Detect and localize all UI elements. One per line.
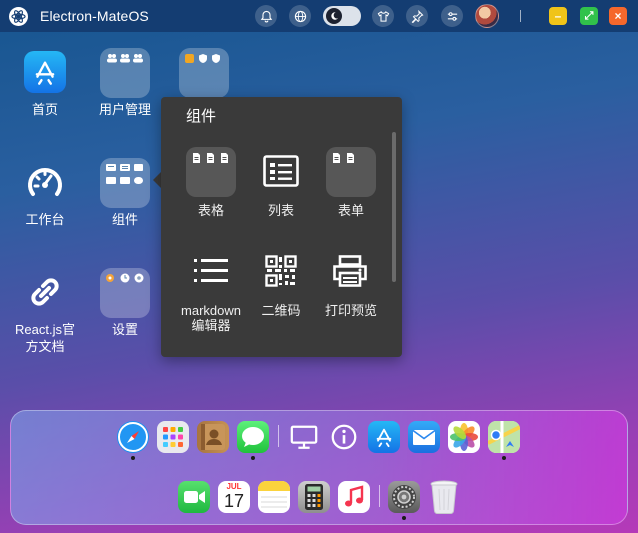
close-button[interactable]: ×	[609, 7, 627, 25]
calendar-month: JUL	[226, 482, 242, 491]
theme-toggle[interactable]	[323, 6, 361, 26]
folder-icon	[179, 48, 229, 98]
moon-icon	[326, 8, 342, 24]
app-logo-icon	[9, 7, 28, 26]
app-store-icon	[24, 51, 66, 93]
titlebar-divider	[520, 10, 521, 22]
list-lines-icon	[194, 257, 228, 285]
mail-icon[interactable]	[408, 421, 440, 453]
pin-icon[interactable]	[406, 5, 428, 27]
messages-icon[interactable]	[237, 421, 269, 453]
dock-separator	[379, 485, 380, 507]
desktop-item-label: 设置	[111, 322, 138, 337]
globe-icon[interactable]	[289, 5, 311, 27]
settings-icon[interactable]	[388, 481, 420, 513]
photos-icon[interactable]	[448, 421, 480, 453]
link-icon	[27, 274, 63, 310]
folder-icon	[100, 48, 150, 98]
components-popup: 组件 表格 列表 表单 markdown 编辑器 二维码 打印预览	[161, 97, 402, 357]
popup-item-label: 打印预览	[324, 303, 377, 318]
music-icon[interactable]	[338, 481, 370, 513]
folder-icon	[100, 158, 150, 208]
running-indicator	[402, 516, 406, 520]
facetime-icon[interactable]	[178, 481, 210, 513]
info-icon[interactable]	[328, 421, 360, 453]
printer-icon	[332, 255, 368, 287]
popup-scrollbar[interactable]	[392, 132, 396, 282]
user-avatar[interactable]	[475, 4, 499, 28]
dashboard-gauge-icon	[25, 162, 65, 202]
contacts-icon[interactable]	[197, 421, 229, 453]
desktop-item-label: 用户管理	[98, 102, 151, 117]
popup-title: 组件	[186, 108, 217, 125]
popup-item-label: 二维码	[261, 303, 301, 318]
calendar-icon[interactable]: JUL 17	[218, 481, 250, 513]
calendar-day: 17	[223, 491, 245, 511]
desktop-item-label: 工作台	[25, 212, 65, 227]
popup-pointer	[153, 172, 161, 188]
folder-icon	[100, 268, 150, 318]
desktop-item-label: 首页	[31, 102, 58, 117]
popup-item-label: 列表	[267, 203, 294, 218]
qrcode-icon	[265, 255, 297, 287]
dock-separator	[278, 425, 279, 447]
notes-icon[interactable]	[258, 481, 290, 513]
app-title: Electron-MateOS	[40, 8, 149, 24]
tshirt-icon[interactable]	[372, 5, 394, 27]
folder-icon	[186, 147, 236, 197]
monitor-icon[interactable]	[288, 421, 320, 453]
popup-item-label: 表单	[337, 203, 364, 218]
list-card-icon	[263, 155, 299, 187]
calculator-icon[interactable]	[298, 481, 330, 513]
running-indicator	[251, 456, 255, 460]
desktop-item-label: React.js官 方文档	[15, 322, 75, 354]
safari-icon[interactable]	[117, 421, 149, 453]
sliders-icon[interactable]	[441, 5, 463, 27]
maximize-button[interactable]: ⤢	[580, 7, 598, 25]
app-store-icon[interactable]	[368, 421, 400, 453]
running-indicator	[131, 456, 135, 460]
desktop-item-label: 组件	[111, 212, 138, 227]
popup-item-label: markdown 编辑器	[181, 303, 241, 333]
popup-item-label: 表格	[197, 203, 224, 218]
launchpad-icon[interactable]	[157, 421, 189, 453]
folder-icon	[326, 147, 376, 197]
maps-icon[interactable]	[488, 421, 520, 453]
minimize-button[interactable]: –	[549, 7, 567, 25]
trash-icon[interactable]	[428, 479, 460, 515]
title-bar: Electron-MateOS – ⤢ ×	[0, 0, 638, 32]
running-indicator	[502, 456, 506, 460]
bell-icon[interactable]	[255, 5, 277, 27]
